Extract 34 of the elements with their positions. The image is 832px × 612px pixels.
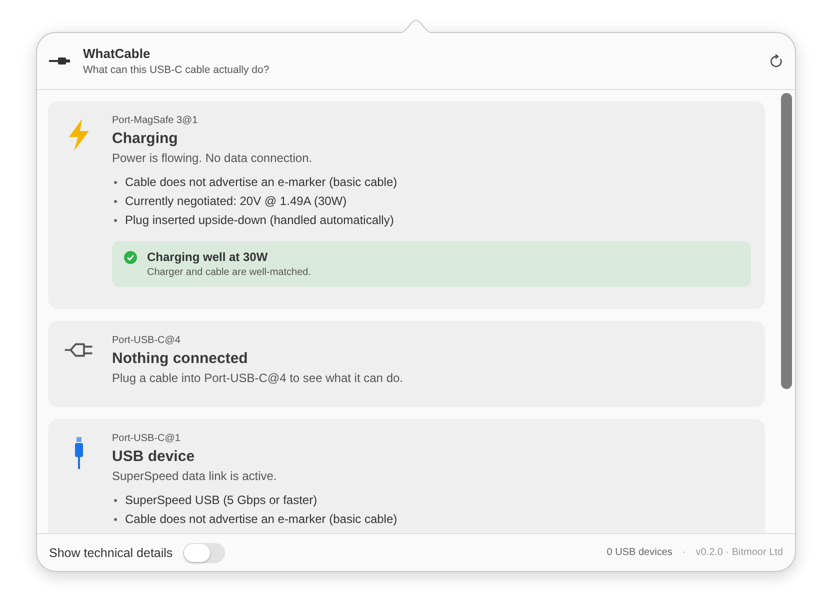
app-title: WhatCable bbox=[83, 46, 152, 61]
bullet-dot bbox=[114, 218, 117, 222]
toggle-label: Show technical details bbox=[49, 546, 173, 560]
toggle-switch[interactable] bbox=[182, 542, 225, 562]
detail-item: SuperSpeed USB (5 Gbps or faster) bbox=[125, 493, 318, 507]
usb-cable-icon bbox=[74, 437, 84, 469]
app-subtitle: What can this USB-C cable actually do? bbox=[83, 64, 270, 76]
bullet-dot bbox=[114, 498, 117, 502]
notice-detail: Charger and cable are well-matched. bbox=[147, 267, 311, 278]
detail-item: Plug inserted upside-down (handled automatically) bbox=[125, 213, 394, 227]
bullet-dot bbox=[114, 518, 117, 520]
cable-icon bbox=[49, 57, 71, 65]
version-text: v0.2.0 · Bitmoor Ltd bbox=[696, 547, 783, 558]
detail-item: Cable does not advertise an e-marker (basic cable) bbox=[125, 175, 398, 189]
port-name: Port-USB-C@1 bbox=[112, 433, 182, 444]
port-status-title: Charging bbox=[112, 130, 179, 147]
port-name: Port-USB-C@4 bbox=[112, 335, 182, 346]
lightning-bolt-icon bbox=[68, 119, 90, 151]
port-status-title: USB device bbox=[112, 448, 196, 465]
detail-item: Currently negotiated: 20V @ 1.49A (30W) bbox=[125, 194, 347, 208]
check-badge-icon bbox=[124, 251, 137, 264]
port-summary: Plug a cable into Port-USB-C@4 to see what it can do. bbox=[112, 371, 404, 385]
detail-item: Cable does not advertise an e-marker (basic cable) bbox=[125, 512, 398, 526]
bullet-dot bbox=[114, 200, 117, 202]
separator-dot: · bbox=[682, 547, 686, 558]
port-status-title: Nothing connected bbox=[112, 350, 249, 367]
device-count: 0 USB devices bbox=[606, 547, 672, 558]
port-name: Port-MagSafe 3@1 bbox=[112, 115, 199, 126]
refresh-icon[interactable] bbox=[770, 54, 783, 68]
bullet-dot bbox=[114, 180, 117, 184]
port-summary: Power is flowing. No data connection. bbox=[112, 151, 314, 165]
port-summary: SuperSpeed data link is active. bbox=[112, 469, 278, 483]
scrollbar-thumb[interactable] bbox=[781, 93, 792, 389]
notice-title: Charging well at 30W bbox=[147, 250, 269, 264]
